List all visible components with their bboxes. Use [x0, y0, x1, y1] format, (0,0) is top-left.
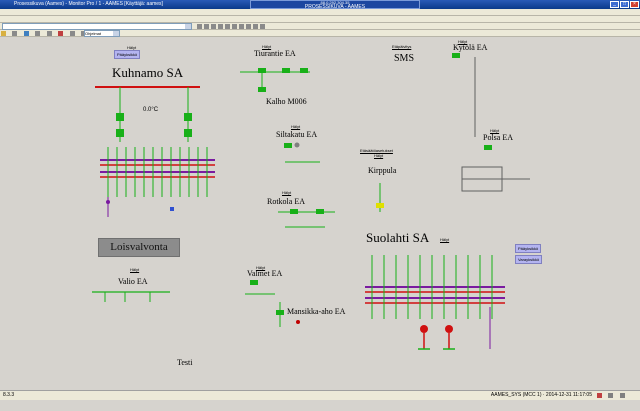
suolahti-backup-unit-button[interactable]: Varayksikkö — [515, 255, 543, 264]
siltakatu-title: Siltakatu EA — [276, 130, 318, 139]
save-icon[interactable] — [23, 31, 29, 36]
tool-icon[interactable] — [197, 24, 202, 29]
suolahti-main-unit-button[interactable]: Pääyksikkö — [515, 244, 542, 253]
print-icon[interactable] — [12, 31, 18, 36]
tiurantie-station — [240, 68, 310, 92]
kirppula-title: Kirppula — [368, 166, 397, 175]
valio-alarm-link[interactable]: Hälyt — [130, 267, 139, 272]
kuhnamo-main-unit-button[interactable]: Pääyksikkö — [114, 50, 141, 59]
status-icons — [596, 393, 636, 398]
kalho-title: Kalho M006 — [266, 97, 307, 106]
valmet-station — [245, 280, 300, 327]
user-icon — [619, 393, 625, 398]
area-dropdown[interactable]: Ohjelmat — [84, 30, 120, 37]
tool-icon[interactable] — [211, 24, 216, 29]
tool-icon[interactable] — [225, 24, 230, 29]
tool-icon[interactable] — [253, 24, 258, 29]
maximize-button[interactable]: □ — [620, 1, 629, 8]
chevron-down-icon — [113, 31, 119, 36]
status-version: 8.3.3 — [3, 392, 15, 398]
alarm-indicator-icon — [597, 393, 602, 398]
main-window: Prosessikuva (Aames) - Monitor Pro / 1 -… — [0, 0, 640, 400]
suolahti-title: Suolahti SA — [366, 230, 430, 245]
sms-remote-link[interactable]: Etäpäivitys — [392, 44, 411, 49]
kuhnamo-title: Kuhnamo SA — [112, 65, 184, 80]
status-bar: 8.3.3 AAMES_SYS (MCC 1) · 2014-12-31 11:… — [0, 390, 640, 400]
kytola-polsa-feeder — [452, 53, 530, 192]
kirppula-station — [376, 183, 384, 212]
kuhnamo-temperature: 0.0°C — [143, 107, 159, 113]
tool-icon[interactable] — [246, 24, 251, 29]
tool-icon[interactable] — [35, 31, 41, 36]
tool-icon[interactable] — [260, 24, 265, 29]
valio-title: Valio EA — [118, 277, 148, 286]
siltakatu-station — [284, 142, 320, 163]
siltakatu-alarm-link[interactable]: Hälyt — [291, 124, 300, 129]
mansikka-title: Mansikka-aho EA — [287, 307, 346, 316]
icon-toolbar: Ohjelmat — [0, 30, 640, 37]
menu-bar-top: Ikk Ikt — [0, 9, 640, 23]
suolahti-station — [365, 255, 505, 350]
polsa-title: Polsa EA — [483, 133, 513, 142]
title-bar: Prosessikuva (Aames) - Monitor Pro / 1 -… — [0, 0, 640, 10]
suolahti-alarm-link[interactable]: Hälyt — [440, 237, 449, 242]
connection-icon — [608, 393, 614, 398]
location-dropdown[interactable] — [2, 23, 192, 30]
menu-bar: Päävalikko Hälytykset Näkymät Asetukset … — [0, 16, 640, 30]
window-title: Prosessikuva (Aames) - Monitor Pro / 1 -… — [14, 1, 163, 7]
tool-icon[interactable] — [239, 24, 244, 29]
alarm-icon[interactable] — [58, 31, 64, 36]
testi-link[interactable]: Testi — [177, 358, 192, 367]
process-canvas: Hälyt Pääyksikkö Kuhnamo SA 0.0°C Hälyt … — [0, 37, 640, 390]
chevron-down-icon — [185, 24, 191, 29]
tiurantie-title: Tiurantie EA — [254, 49, 296, 58]
tool-icon[interactable] — [218, 24, 223, 29]
kytola-title: Kytölä EA — [453, 43, 488, 52]
close-button[interactable]: × — [630, 1, 639, 8]
kirppula-alarm-link[interactable]: Hälyt — [374, 153, 383, 158]
loisvalvonta-button[interactable]: Loisvalvonta — [98, 238, 180, 257]
minimize-button[interactable]: _ — [610, 1, 619, 8]
tool-icon[interactable] — [69, 31, 75, 36]
tool-icon[interactable] — [46, 31, 52, 36]
rotkola-alarm-link[interactable]: Hälyt — [282, 190, 291, 195]
rotkola-station — [278, 209, 335, 228]
process-view-tab[interactable]: 88.0.292.304.35 PROSESSIKUVA - AAMES — [250, 0, 420, 10]
sms-title: SMS — [394, 53, 415, 64]
valmet-title: Valmet EA — [247, 269, 283, 278]
folder-icon[interactable] — [1, 31, 6, 36]
valio-station — [92, 291, 170, 302]
rotkola-title: Rotkola EA — [267, 197, 305, 206]
single-line-diagram — [92, 53, 530, 350]
tool-icon[interactable] — [232, 24, 237, 29]
tool-icon[interactable] — [204, 24, 209, 29]
status-system-time: AAMES_SYS (MCC 1) · 2014-12-31 11:17:05 — [490, 392, 592, 398]
toolbar-row — [0, 23, 640, 30]
